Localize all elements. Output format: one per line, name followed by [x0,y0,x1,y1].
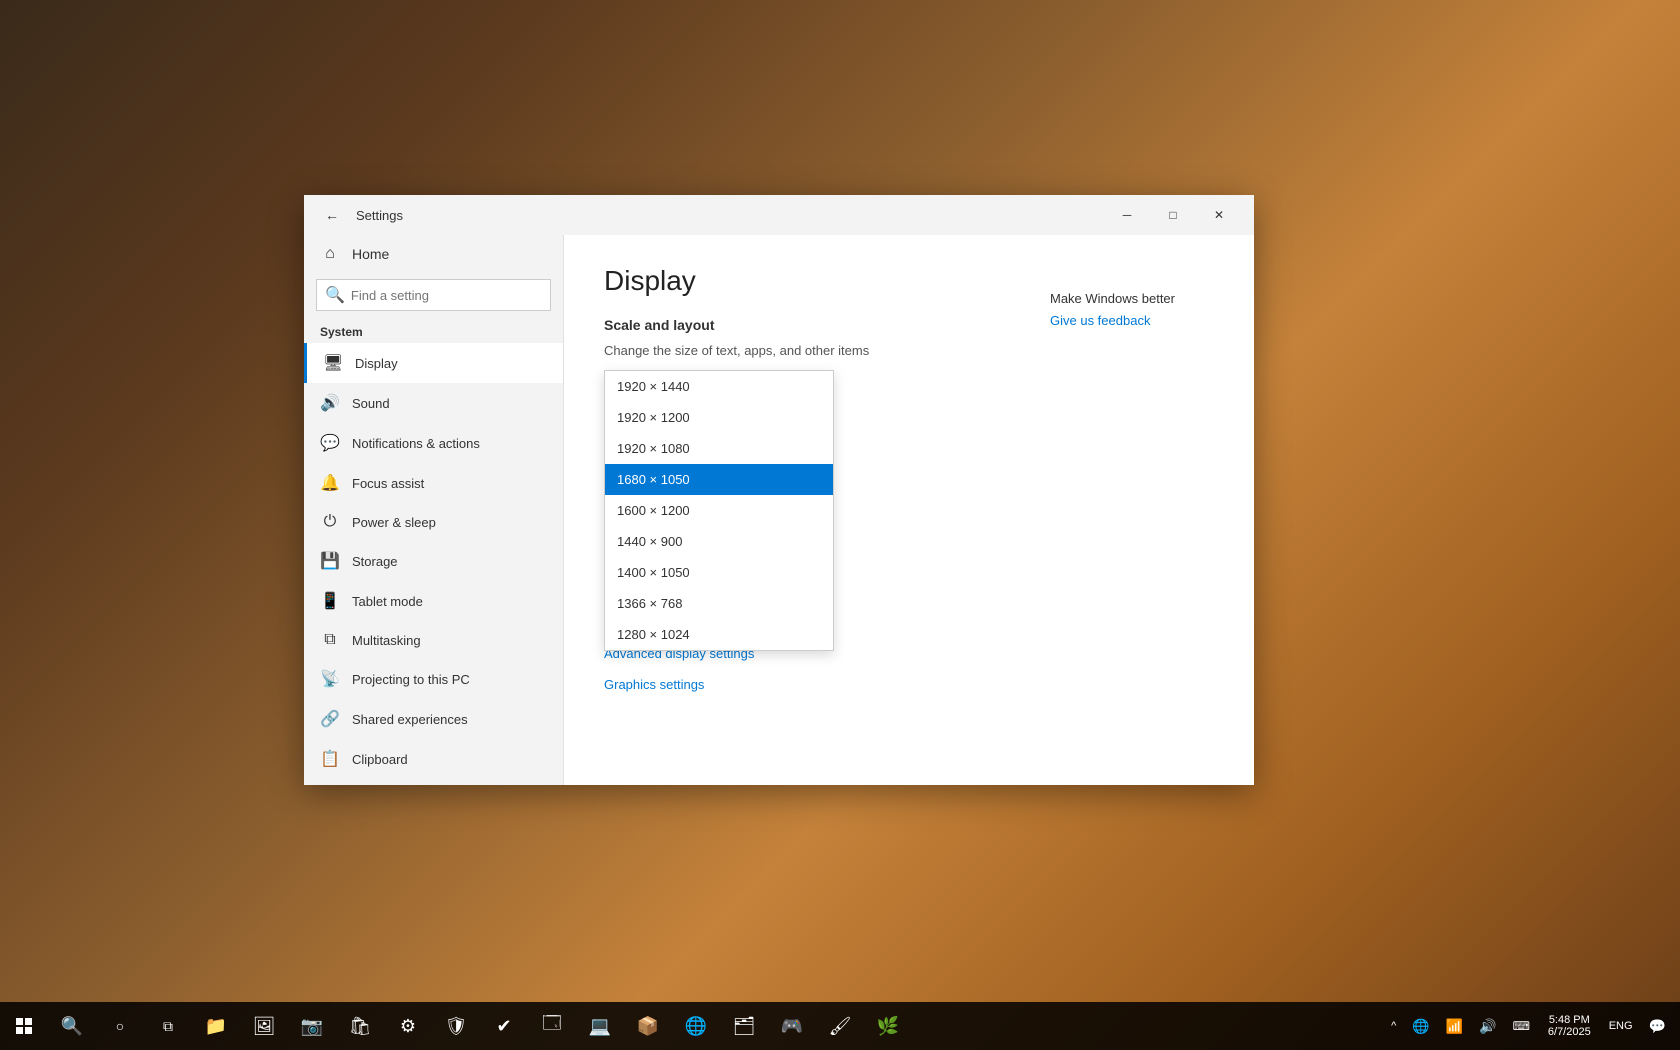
taskbar-volume-icon[interactable]: 🔊 [1473,1002,1502,1050]
window-titlebar: ← Settings ─ □ ✕ [304,195,1254,235]
window-title-label: Settings [356,208,403,223]
main-content: Display Scale and layout Change the size… [564,235,1254,785]
window-body: ⌂ Home 🔍 System 🖥 Display 🔊 Sound 💬 N [304,235,1254,785]
minimize-button[interactable]: ─ [1104,199,1150,231]
sidebar-item-display[interactable]: 🖥 Display [304,343,563,383]
sidebar-item-power-sleep[interactable]: ⏻ Power & sleep [304,503,563,541]
taskbar-app-files[interactable]: 🗂 [720,1002,768,1050]
projecting-icon: 📡 [320,669,340,689]
back-button[interactable]: ← [316,199,348,231]
taskbar-taskview-button[interactable]: ⧉ [144,1002,192,1050]
taskbar-app-settings[interactable]: ⚙ [384,1002,432,1050]
display-icon: 🖥 [323,353,343,373]
sidebar-item-power-sleep-label: Power & sleep [352,515,436,530]
taskbar-app-security[interactable]: 🛡 [432,1002,480,1050]
taskbar-clock[interactable]: 5:48 PM 6/7/2025 [1540,1014,1599,1038]
taskbar-app-pen[interactable]: 🖌 [816,1002,864,1050]
sidebar-item-multitasking-label: Multitasking [352,633,421,648]
power-sleep-icon: ⏻ [320,513,340,531]
window-controls: ─ □ ✕ [1104,199,1242,231]
taskbar-search-button[interactable]: 🔍 [48,1002,96,1050]
sidebar: ⌂ Home 🔍 System 🖥 Display 🔊 Sound 💬 N [304,235,564,785]
sidebar-item-notifications-label: Notifications & actions [352,436,480,451]
taskbar: 🔍 ○ ⧉ 📁 🖼 📷 🛍 ⚙ 🛡 ✔ 🗔 💻 📦 🌐 🗂 🎮 🖌 🌿 ^ 🌐 … [0,1002,1680,1050]
taskbar-network-icon[interactable]: 🌐 [1406,1002,1435,1050]
taskbar-app-package[interactable]: 📦 [624,1002,672,1050]
taskbar-app-vs[interactable]: 💻 [576,1002,624,1050]
give-feedback-link[interactable]: Give us feedback [1050,313,1150,328]
start-button[interactable] [0,1002,48,1050]
tablet-mode-icon: 📱 [320,591,340,611]
dropdown-option-1600x1200[interactable]: 1600 × 1200 [605,495,833,526]
notifications-icon: 💬 [320,433,340,453]
focus-assist-icon: 🔔 [320,473,340,493]
sidebar-home-label: Home [352,246,389,262]
dropdown-option-1920x1200[interactable]: 1920 × 1200 [605,402,833,433]
taskbar-lang[interactable]: ENG [1603,1002,1639,1050]
sidebar-home[interactable]: ⌂ Home [304,235,563,273]
taskbar-right: ^ 🌐 📶 🔊 ⌨ 5:48 PM 6/7/2025 ENG 💬 [1385,1002,1680,1050]
sidebar-item-storage[interactable]: 💾 Storage [304,541,563,581]
sidebar-item-multitasking[interactable]: ⧉ Multitasking [304,621,563,659]
sidebar-item-sound[interactable]: 🔊 Sound [304,383,563,423]
dropdown-option-1366x768[interactable]: 1366 × 768 [605,588,833,619]
sidebar-item-shared-experiences[interactable]: 🔗 Shared experiences [304,699,563,739]
sidebar-item-storage-label: Storage [352,554,398,569]
sidebar-item-projecting-label: Projecting to this PC [352,672,470,687]
sidebar-item-focus-assist[interactable]: 🔔 Focus assist [304,463,563,503]
sidebar-item-sound-label: Sound [352,396,390,411]
sidebar-item-clipboard-label: Clipboard [352,752,408,767]
search-icon: 🔍 [325,285,345,305]
taskbar-app-terminal[interactable]: 🗔 [528,1002,576,1050]
sidebar-item-clipboard[interactable]: 📋 Clipboard [304,739,563,779]
sidebar-item-projecting[interactable]: 📡 Projecting to this PC [304,659,563,699]
dropdown-option-1680x1050[interactable]: 1680 × 1050 [605,464,833,495]
sidebar-search-container: 🔍 [316,279,551,311]
taskbar-app-store[interactable]: 🛍 [336,1002,384,1050]
taskbar-wifi-icon[interactable]: 📶 [1440,1002,1469,1050]
taskbar-time: 5:48 PM [1549,1014,1590,1026]
taskbar-show-hidden[interactable]: ^ [1385,1002,1402,1050]
clipboard-icon: 📋 [320,749,340,769]
taskbar-app-camera[interactable]: 📷 [288,1002,336,1050]
taskbar-app-plant[interactable]: 🌿 [864,1002,912,1050]
resolution-dropdown-open[interactable]: 1920 × 1440 1920 × 1200 1920 × 1080 1680… [604,370,834,651]
feedback-panel: Make Windows better Give us feedback [1034,275,1254,346]
dropdown-option-1440x900[interactable]: 1440 × 900 [605,526,833,557]
taskbar-app-game[interactable]: 🎮 [768,1002,816,1050]
search-input[interactable] [351,288,542,303]
taskbar-app-check[interactable]: ✔ [480,1002,528,1050]
multitasking-icon: ⧉ [320,631,340,649]
dropdown-option-1400x1050[interactable]: 1400 × 1050 [605,557,833,588]
dropdown-option-1280x1024[interactable]: 1280 × 1024 [605,619,833,650]
taskbar-keyboard-icon[interactable]: ⌨ [1507,1002,1536,1050]
taskbar-app-explorer[interactable]: 📁 [192,1002,240,1050]
sidebar-item-focus-assist-label: Focus assist [352,476,424,491]
dropdown-option-1920x1440[interactable]: 1920 × 1440 [605,371,833,402]
sidebar-item-tablet-mode-label: Tablet mode [352,594,423,609]
storage-icon: 💾 [320,551,340,571]
home-icon: ⌂ [320,245,340,263]
sidebar-item-tablet-mode[interactable]: 📱 Tablet mode [304,581,563,621]
sidebar-item-display-label: Display [355,356,398,371]
sidebar-section-system: System [304,317,563,343]
shared-experiences-icon: 🔗 [320,709,340,729]
taskbar-date: 6/7/2025 [1548,1026,1591,1038]
dropdown-option-1920x1080[interactable]: 1920 × 1080 [605,433,833,464]
sidebar-item-shared-experiences-label: Shared experiences [352,712,468,727]
taskbar-cortana-button[interactable]: ○ [96,1002,144,1050]
taskbar-notification-button[interactable]: 💬 [1643,1002,1672,1050]
sound-icon: 🔊 [320,393,340,413]
close-button[interactable]: ✕ [1196,199,1242,231]
graphics-settings-link[interactable]: Graphics settings [604,677,1214,692]
sidebar-item-notifications[interactable]: 💬 Notifications & actions [304,423,563,463]
taskbar-app-photos[interactable]: 🖼 [240,1002,288,1050]
maximize-button[interactable]: □ [1150,199,1196,231]
taskbar-app-chrome[interactable]: 🌐 [672,1002,720,1050]
make-windows-better-title: Make Windows better [1050,291,1238,306]
settings-window: ← Settings ─ □ ✕ ⌂ Home 🔍 System [304,195,1254,785]
